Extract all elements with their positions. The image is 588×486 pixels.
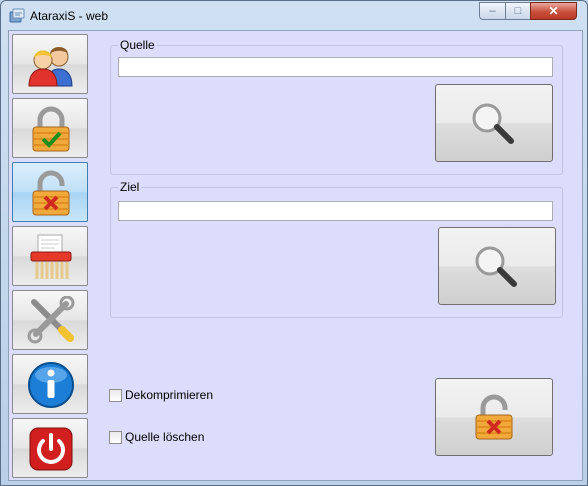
shredder-icon (30, 234, 72, 279)
minimize-icon: – (489, 5, 496, 17)
browse-source-button[interactable] (435, 84, 553, 162)
magnifier-icon (472, 103, 514, 144)
delete-source-label: Quelle löschen (125, 430, 205, 444)
sidebar-item-settings[interactable] (12, 290, 88, 350)
delete-source-checkbox[interactable]: Quelle löschen (109, 430, 204, 444)
users-icon (28, 47, 73, 87)
tools-icon (27, 296, 75, 344)
close-button[interactable]: ✕ (530, 2, 577, 20)
source-label: Quelle (118, 38, 157, 52)
client-area: Quelle Ziel Dekomprimieren Quelle lösche… (8, 30, 583, 481)
title-bar[interactable]: AtaraxiS - web – □ ✕ (1, 1, 587, 31)
target-group: Ziel (110, 180, 563, 318)
maximize-button[interactable]: □ (505, 2, 531, 20)
maximize-icon: □ (514, 5, 522, 17)
sidebar-item-exit[interactable] (12, 418, 88, 478)
info-icon (28, 362, 74, 408)
target-label: Ziel (118, 180, 142, 194)
sidebar-item-info[interactable] (12, 354, 88, 414)
sidebar-item-encrypt[interactable] (12, 98, 88, 158)
sidebar-item-decrypt[interactable] (12, 162, 88, 222)
sidebar-item-users[interactable] (12, 34, 88, 94)
target-path-input[interactable] (118, 201, 553, 221)
lock-check-icon (32, 106, 70, 152)
app-icon (9, 8, 25, 23)
minimize-button[interactable]: – (479, 2, 506, 20)
magnifier-icon (475, 246, 517, 287)
window-title: AtaraxiS - web (30, 9, 109, 23)
app-window: AtaraxiS - web – □ ✕ Quelle Ziel Dekompr… (0, 0, 588, 486)
source-path-input[interactable] (118, 57, 553, 77)
power-icon (29, 427, 73, 471)
decompress-label: Dekomprimieren (125, 388, 214, 402)
decrypt-button[interactable] (435, 378, 553, 456)
decompress-checkbox[interactable]: Dekomprimieren (109, 388, 213, 402)
close-icon: ✕ (548, 4, 559, 18)
sidebar-item-shredder[interactable] (12, 226, 88, 286)
unlock-x-icon (475, 394, 513, 440)
decompress-checkbox-box[interactable] (109, 388, 122, 402)
source-group: Quelle (110, 38, 563, 175)
delete-source-checkbox-box[interactable] (109, 430, 122, 444)
browse-target-button[interactable] (438, 227, 556, 305)
unlock-x-icon (32, 170, 70, 216)
